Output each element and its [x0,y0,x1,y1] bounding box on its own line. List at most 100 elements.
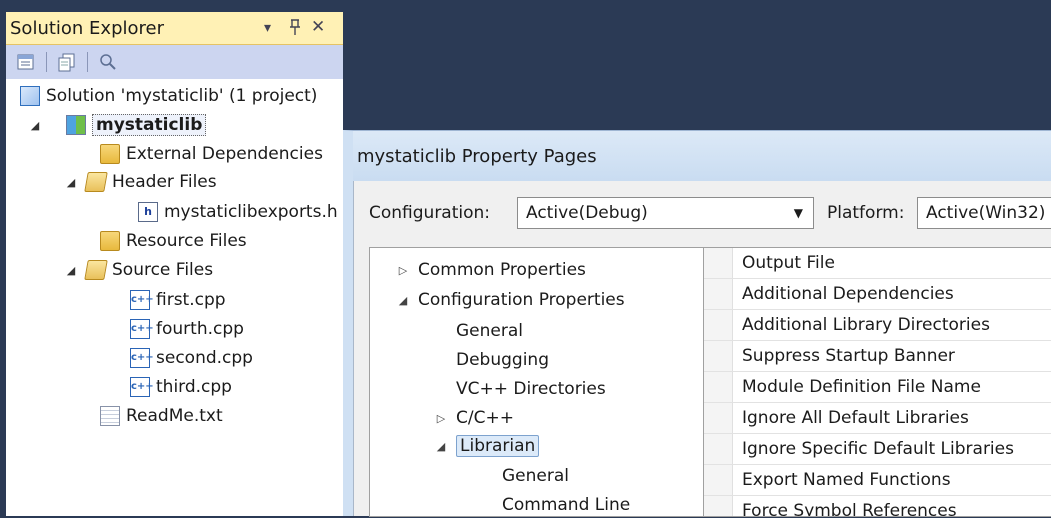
solution-icon [20,86,40,106]
cpp-file-icon: c++ [130,377,154,397]
configuration-select[interactable]: Active(Debug) ▼ [517,197,814,229]
view-class-diagram-icon[interactable] [98,52,118,72]
close-icon[interactable]: ✕ [311,17,325,37]
property-row[interactable]: Suppress Startup Banner [704,341,1051,372]
tree-item-resource-files[interactable]: Resource Files [100,229,247,253]
property-name: Export Named Functions [742,470,951,490]
tree-item-librarian[interactable]: ◢ Librarian [434,433,540,459]
tree-item-vc-directories[interactable]: VC++ Directories [456,376,606,402]
window-position-dropdown-icon[interactable]: ▾ [264,20,271,36]
tree-item-label: mystaticlibexports.h [164,202,338,222]
property-row[interactable]: Additional Library Directories [704,310,1051,341]
cpp-file-icon: c++ [130,319,154,339]
tree-item-label: ReadMe.txt [126,406,223,426]
header-file-icon: h [138,202,158,222]
collapse-arrow-icon[interactable]: ◢ [64,264,78,277]
dialog-body: Configuration: Active(Debug) ▼ Platform:… [353,181,1051,517]
platform-label: Platform: [827,203,905,223]
platform-value: Active(Win32) [926,203,1046,223]
folder-icon [100,144,120,164]
property-name: Module Definition File Name [742,377,981,397]
tree-item-label: Command Line [502,495,631,515]
tree-item-label: fourth.cpp [156,319,244,339]
tree-item-source-file[interactable]: c++ fourth.cpp [130,317,244,341]
tree-item-label: Configuration Properties [418,290,625,310]
collapse-arrow-icon[interactable]: ◢ [64,176,78,189]
solution-explorer-title-bar: Solution Explorer ▾ ✕ [6,12,343,45]
dialog-title: mystaticlib Property Pages [357,145,597,167]
tree-item-general[interactable]: General [456,318,523,344]
expand-arrow-icon[interactable]: ▷ [434,412,448,425]
tree-item-header-files[interactable]: ◢ Header Files [64,170,217,194]
property-row[interactable]: Force Symbol References [704,496,1051,517]
tree-item-readme[interactable]: ReadMe.txt [100,404,223,428]
text-file-icon [100,406,120,426]
property-row[interactable]: Output File [704,248,1051,279]
dialog-title-bar: mystaticlib Property Pages [353,131,1051,181]
property-name: Ignore All Default Libraries [742,408,969,428]
tree-item-command-line[interactable]: Command Line [502,492,630,518]
toolbar-separator [46,52,47,72]
solution-explorer-toolbar [6,45,343,79]
tree-item-project[interactable]: ◢ mystaticlib [28,113,207,137]
tree-item-source-file[interactable]: c++ second.cpp [130,346,253,370]
properties-icon[interactable] [16,52,36,72]
tree-item-external-dependencies[interactable]: External Dependencies [100,142,323,166]
tree-item-debugging[interactable]: Debugging [456,347,549,373]
tree-item-label: External Dependencies [126,144,323,164]
tree-item-librarian-general[interactable]: General [502,463,569,489]
property-grid: Output File Additional Dependencies Addi… [703,247,1051,517]
tree-item-label: VC++ Directories [456,379,606,399]
tree-item-source-file[interactable]: c++ third.cpp [130,375,232,399]
tree-item-common-properties[interactable]: ▷ Common Properties [396,257,586,283]
platform-select[interactable]: Active(Win32) [917,197,1051,229]
collapse-arrow-icon[interactable]: ◢ [28,119,42,132]
property-pages-dialog: mystaticlib Property Pages Configuration… [343,130,1051,517]
property-row[interactable]: Ignore Specific Default Libraries [704,434,1051,465]
show-all-files-icon[interactable] [57,52,77,72]
tree-item-label: second.cpp [156,348,253,368]
tree-item-label: Header Files [112,172,217,192]
open-folder-icon [84,172,108,192]
auto-hide-pin-icon[interactable] [289,18,301,40]
property-name: Force Symbol References [742,501,957,517]
tree-item-label: third.cpp [156,377,232,397]
property-name: Output File [742,253,835,273]
property-row[interactable]: Additional Dependencies [704,279,1051,310]
solution-explorer-title: Solution Explorer [10,17,164,39]
tree-item-source-files[interactable]: ◢ Source Files [64,258,213,282]
property-name: Suppress Startup Banner [742,346,955,366]
tree-item-header-file[interactable]: h mystaticlibexports.h [138,200,338,224]
collapse-arrow-icon[interactable]: ◢ [396,294,410,307]
tree-item-label: Resource Files [126,231,247,251]
property-name: Additional Library Directories [742,315,990,335]
tree-item-label: Librarian [456,435,540,457]
collapse-arrow-icon[interactable]: ◢ [434,440,448,453]
open-folder-icon [84,260,108,280]
property-category-tree: ▷ Common Properties ◢ Configuration Prop… [369,247,706,517]
tree-item-label: Solution 'mystaticlib' (1 project) [46,86,318,106]
property-row[interactable]: Ignore All Default Libraries [704,403,1051,434]
property-row[interactable]: Export Named Functions [704,465,1051,496]
expand-arrow-icon[interactable]: ▷ [396,264,410,277]
cpp-file-icon: c++ [130,290,154,310]
chevron-down-icon: ▼ [793,206,803,220]
toolbar-separator [87,52,88,72]
tree-item-source-file[interactable]: c++ first.cpp [130,288,226,312]
tree-item-label: mystaticlib [92,114,207,136]
property-name: Ignore Specific Default Libraries [742,439,1014,459]
folder-icon [100,231,120,251]
tree-item-label: General [502,466,569,486]
tree-item-label: Source Files [112,260,214,280]
property-row[interactable]: Module Definition File Name [704,372,1051,403]
solution-explorer-panel: Solution Explorer ▾ ✕ Solution 'mystatic… [0,0,343,516]
cpp-file-icon: c++ [130,348,154,368]
tree-item-label: C/C++ [456,408,514,428]
tree-item-solution[interactable]: Solution 'mystaticlib' (1 project) [20,84,317,108]
tree-item-c-cpp[interactable]: ▷ C/C++ [434,405,514,431]
tree-item-configuration-properties[interactable]: ◢ Configuration Properties [396,287,625,313]
tree-item-label: Common Properties [418,260,586,280]
tree-item-label: General [456,321,523,341]
configuration-value: Active(Debug) [526,203,648,223]
configuration-label: Configuration: [369,203,491,223]
